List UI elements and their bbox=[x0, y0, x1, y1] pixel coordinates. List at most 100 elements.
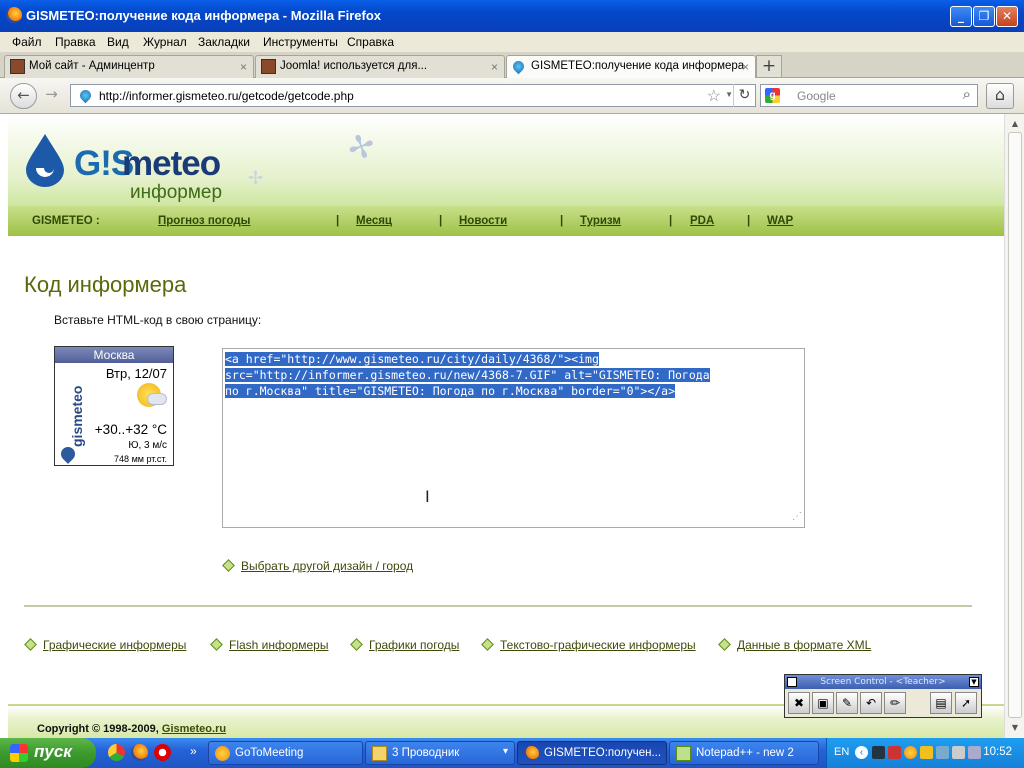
minimize-button[interactable]: _ bbox=[950, 6, 972, 27]
code-textarea[interactable]: <a href="http://www.gismeteo.ru/city/dai… bbox=[222, 348, 805, 528]
copyright-link[interactable]: Gismeteo.ru bbox=[162, 723, 226, 735]
reload-button[interactable]: ↻ bbox=[733, 84, 755, 107]
google-icon[interactable]: g bbox=[765, 88, 780, 103]
link-xml-data[interactable]: Данные в формате XML bbox=[737, 638, 871, 652]
menu-history[interactable]: Журнал bbox=[143, 35, 187, 49]
chrome-icon[interactable] bbox=[108, 744, 125, 761]
nav-link-tourism[interactable]: Туризм bbox=[580, 215, 621, 227]
other-design-link[interactable]: Выбрать другой дизайн / город bbox=[241, 559, 413, 573]
vertical-scrollbar[interactable]: ▲ ▼ bbox=[1004, 114, 1024, 738]
menu-help[interactable]: Справка bbox=[347, 35, 394, 49]
diamond-bullet-icon bbox=[222, 559, 235, 572]
link-graphic-informers[interactable]: Графические информеры bbox=[43, 638, 186, 652]
menu-file[interactable]: Файл bbox=[12, 35, 42, 49]
send-icon[interactable]: ➚ bbox=[955, 692, 977, 714]
taskbar-button-label: 3 Проводник bbox=[392, 747, 460, 759]
warning-tray-icon[interactable] bbox=[920, 746, 933, 759]
lock-screen-icon[interactable]: ▣ bbox=[812, 692, 834, 714]
taskbar-button-label: GISMETEO:получен... bbox=[544, 747, 662, 759]
close-button[interactable]: ✕ bbox=[996, 6, 1018, 27]
tab-close-icon[interactable]: × bbox=[742, 60, 749, 74]
undo-icon[interactable]: ↶ bbox=[860, 692, 882, 714]
tab-close-icon[interactable]: × bbox=[491, 60, 498, 74]
tab-joomla[interactable]: Joomla! используется для... × bbox=[255, 55, 505, 78]
logo-subtitle: информер bbox=[130, 182, 223, 203]
volume-tray-icon[interactable] bbox=[952, 746, 965, 759]
screen-control-title[interactable]: Screen Control - <Teacher> bbox=[785, 675, 981, 689]
dragonfly-decoration-icon: ✢ bbox=[248, 168, 264, 189]
diamond-bullet-icon bbox=[481, 638, 494, 651]
gotomeeting-icon bbox=[215, 746, 230, 761]
site-nav: GISMETEO : Прогноз погоды | Месяц | Ново… bbox=[8, 206, 1004, 236]
menu-edit[interactable]: Правка bbox=[55, 35, 96, 49]
start-button[interactable]: пуск bbox=[0, 738, 96, 768]
taskbar-explorer[interactable]: 3 Проводник ▾ bbox=[365, 741, 515, 765]
menu-tools[interactable]: Инструменты bbox=[263, 35, 338, 49]
window-titlebar[interactable]: GISMETEO:получение кода информера - Mozi… bbox=[0, 0, 1024, 32]
menu-bar: Файл Правка Вид Журнал Закладки Инструме… bbox=[0, 32, 1024, 52]
quicklaunch-more-icon[interactable]: » bbox=[190, 744, 197, 758]
capture-icon[interactable]: ▤ bbox=[930, 692, 952, 714]
tray-app-icon[interactable] bbox=[872, 746, 885, 759]
taskbar-gotomeeting[interactable]: GoToMeeting bbox=[208, 741, 363, 765]
taskbar-firefox[interactable]: GISMETEO:получен... bbox=[517, 741, 667, 765]
screen-control-dropdown-icon[interactable]: ▼ bbox=[969, 677, 979, 687]
screen-off-icon[interactable]: ✖ bbox=[788, 692, 810, 714]
nav-separator: | bbox=[669, 215, 673, 227]
opera-icon[interactable] bbox=[154, 744, 171, 761]
tray-app-icon[interactable] bbox=[888, 746, 901, 759]
gotomeeting-tray-icon[interactable] bbox=[904, 746, 917, 759]
url-dropdown-icon[interactable]: ▼ bbox=[725, 90, 733, 99]
highlight-icon[interactable]: ✎ bbox=[836, 692, 858, 714]
page-viewport: G!S meteo информер ✢ ✢ GISMETEO : Прогно… bbox=[0, 114, 1004, 738]
nav-link-pda[interactable]: PDA bbox=[690, 215, 714, 227]
dragonfly-decoration-icon: ✢ bbox=[342, 124, 381, 170]
folder-icon bbox=[372, 746, 387, 761]
bookmark-star-icon[interactable]: ☆ bbox=[707, 86, 721, 106]
home-button[interactable]: ⌂ bbox=[986, 83, 1014, 109]
search-input[interactable]: g Google ⌕ bbox=[760, 84, 978, 107]
group-dropdown-icon[interactable]: ▾ bbox=[503, 746, 508, 757]
taskbar-notepad[interactable]: Notepad++ - new 2 bbox=[669, 741, 819, 765]
language-indicator[interactable]: EN bbox=[834, 746, 849, 758]
pin-icon[interactable] bbox=[787, 677, 797, 687]
search-icon[interactable]: ⌕ bbox=[963, 86, 971, 103]
tab-bar: Мой сайт - Админцентр × Joomla! использу… bbox=[0, 52, 1024, 79]
scroll-thumb[interactable] bbox=[1008, 132, 1022, 718]
tab-admin[interactable]: Мой сайт - Админцентр × bbox=[4, 55, 254, 78]
scroll-up-icon[interactable]: ▲ bbox=[1007, 116, 1023, 132]
url-bar[interactable]: http://informer.gismeteo.ru/getcode/getc… bbox=[70, 84, 756, 107]
pen-icon[interactable]: ✏ bbox=[884, 692, 906, 714]
tray-expand-icon[interactable]: ‹ bbox=[855, 746, 868, 759]
nav-link-forecast[interactable]: Прогноз погоды bbox=[158, 215, 250, 227]
cloud-icon bbox=[147, 393, 167, 405]
copyright: Copyright © 1998-2009, Gismeteo.ru bbox=[37, 723, 226, 735]
water-drop-icon bbox=[26, 134, 64, 187]
tab-close-icon[interactable]: × bbox=[240, 60, 247, 74]
joomla-icon bbox=[261, 59, 276, 74]
back-button[interactable]: ← bbox=[10, 83, 37, 109]
instruction-text: Вставьте HTML-код в свою страницу: bbox=[54, 313, 262, 327]
tab-gismeteo[interactable]: GISMETEO:получение кода информера × bbox=[506, 55, 756, 79]
link-text-graphic-informers[interactable]: Текстово-графические информеры bbox=[500, 638, 696, 652]
nav-link-month[interactable]: Месяц bbox=[356, 215, 392, 227]
informer-preview[interactable]: Москва gismeteo Втр, 12/07 +30..+32 °C Ю… bbox=[54, 346, 174, 466]
nav-link-news[interactable]: Новости bbox=[459, 215, 507, 227]
forward-button[interactable]: → bbox=[38, 83, 65, 109]
new-tab-button[interactable]: + bbox=[756, 55, 782, 77]
screen-control-toolbar: Screen Control - <Teacher> ▼ ✖ ▣ ✎ ↶ ✏ ▤… bbox=[784, 674, 982, 718]
diamond-bullet-icon bbox=[24, 638, 37, 651]
network-tray-icon[interactable] bbox=[936, 746, 949, 759]
link-weather-graphs[interactable]: Графики погоды bbox=[369, 638, 459, 652]
resize-grip-icon[interactable]: ⋰ bbox=[792, 509, 802, 525]
url-text: http://informer.gismeteo.ru/getcode/getc… bbox=[99, 89, 354, 103]
nav-link-wap[interactable]: WAP bbox=[767, 215, 793, 227]
restore-button[interactable]: ❐ bbox=[973, 6, 995, 27]
firefox-quicklaunch-icon[interactable] bbox=[131, 744, 148, 761]
menu-bookmarks[interactable]: Закладки bbox=[198, 35, 250, 49]
scroll-down-icon[interactable]: ▼ bbox=[1007, 720, 1023, 736]
link-flash-informers[interactable]: Flash информеры bbox=[229, 638, 328, 652]
page-title: Код информера bbox=[24, 272, 187, 297]
menu-view[interactable]: Вид bbox=[107, 35, 129, 49]
teacher-tray-icon[interactable] bbox=[968, 746, 981, 759]
